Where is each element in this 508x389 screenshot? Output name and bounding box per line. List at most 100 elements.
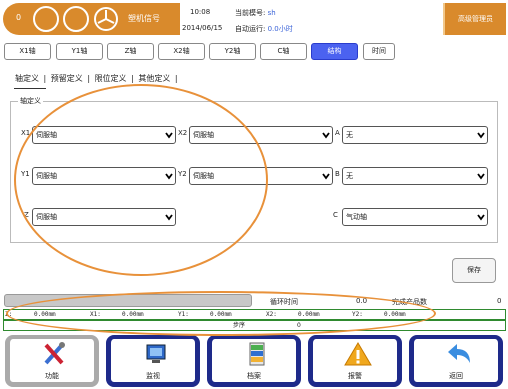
chevron-down-icon	[165, 132, 173, 139]
monitor-icon	[146, 344, 166, 363]
warning-icon	[344, 342, 372, 366]
cycle-time-value: 0.0	[356, 297, 368, 305]
nav-monitor-button[interactable]: 监视	[106, 335, 200, 387]
a-axis-value: 无	[346, 131, 353, 139]
x1-coord-label: X1:	[90, 311, 101, 318]
y2-axis-select[interactable]: 伺服轴	[189, 167, 333, 185]
tab-structure[interactable]: 结构	[311, 43, 358, 60]
indicator-ring-icon	[63, 6, 89, 32]
z-coord-value: 0.00mm	[34, 311, 56, 318]
signal-label: 塑机信号	[128, 14, 160, 23]
nav-archive-button[interactable]: 档案	[207, 335, 301, 387]
chevron-down-icon	[477, 132, 485, 139]
tab-y1-axis[interactable]: Y1轴	[56, 43, 103, 60]
x2-axis-label: X2	[178, 129, 188, 137]
z-axis-label: Z	[24, 211, 29, 219]
x1-coord-value: 0.00mm	[122, 311, 144, 318]
z-axis-select[interactable]: 伺服轴	[32, 208, 176, 226]
tab-c-axis[interactable]: C轴	[260, 43, 307, 60]
x2-axis-select[interactable]: 伺服轴	[189, 126, 333, 144]
clock-date: 2014/06/15	[182, 24, 223, 32]
mold-number: 当前模号: sh	[235, 8, 276, 18]
mold-value: sh	[267, 9, 276, 17]
chevron-down-icon	[165, 214, 173, 221]
chevron-down-icon	[477, 214, 485, 221]
cycle-progress-bar	[4, 294, 252, 307]
clock-time: 10:08	[190, 8, 211, 16]
tab-time[interactable]: 时间	[363, 43, 395, 60]
subtab-axis-definition[interactable]: 轴定义	[15, 74, 39, 83]
tab-x1-axis[interactable]: X1轴	[4, 43, 51, 60]
y1-coord-value: 0.00mm	[210, 311, 232, 318]
tab-x2-axis[interactable]: X2轴	[158, 43, 205, 60]
y1-coord-label: Y1:	[178, 311, 189, 318]
b-axis-select[interactable]: 无	[342, 167, 488, 185]
chevron-down-icon	[477, 173, 485, 180]
nav-back-label: 返回	[449, 372, 463, 380]
subtab-reserved-definition[interactable]: 预留定义	[51, 74, 83, 83]
nav-back-button[interactable]: 返回	[409, 335, 503, 387]
a-axis-label: A	[335, 129, 340, 137]
c-axis-label: C	[333, 211, 338, 219]
mold-label: 当前模号:	[235, 9, 266, 17]
x2-coord-label: X2:	[266, 311, 277, 318]
z-axis-value: 伺服轴	[36, 213, 57, 221]
group-title: 轴定义	[18, 96, 43, 106]
divider: |	[41, 74, 49, 83]
x2-axis-value: 伺服轴	[193, 131, 214, 139]
nav-monitor-label: 监视	[146, 372, 160, 380]
finished-product-value: 0	[497, 297, 502, 305]
divider: |	[84, 74, 93, 83]
auto-label: 自动运行:	[235, 25, 266, 33]
nav-alarm-label: 报警	[348, 372, 362, 380]
chevron-down-icon	[322, 173, 330, 180]
subtab-limit-definition[interactable]: 限位定义	[95, 74, 127, 83]
c-axis-value: 气动轴	[346, 213, 367, 221]
y1-axis-label: Y1	[21, 170, 30, 178]
step-readout: 步序 0	[3, 320, 506, 331]
divider: |	[128, 74, 137, 83]
subtab-bar: 轴定义 | 预留定义 | 限位定义 | 其他定义 |	[15, 73, 180, 84]
file-cabinet-icon	[249, 342, 265, 366]
counter-value: 0	[16, 13, 22, 22]
y2-coord-label: Y2:	[352, 311, 363, 318]
x2-coord-value: 0.00mm	[298, 311, 320, 318]
nav-archive-label: 档案	[247, 372, 261, 380]
b-axis-value: 无	[346, 172, 353, 180]
a-axis-select[interactable]: 无	[342, 126, 488, 144]
back-arrow-icon	[448, 344, 470, 363]
nav-function-label: 功能	[45, 372, 59, 380]
tab-z-axis[interactable]: Z轴	[107, 43, 154, 60]
auto-run-time: 自动运行: 0.0小时	[235, 24, 293, 34]
finished-product-label: 完成产品数	[392, 298, 427, 306]
y2-axis-label: Y2	[178, 170, 187, 178]
nav-alarm-button[interactable]: 报警	[308, 335, 402, 387]
tab-y2-axis[interactable]: Y2轴	[209, 43, 256, 60]
y1-axis-value: 伺服轴	[36, 172, 57, 180]
step-label: 步序	[233, 322, 246, 329]
subtab-other-definition[interactable]: 其他定义	[138, 74, 170, 83]
active-subtab-underline	[14, 88, 46, 89]
cycle-time-label: 循环时间	[270, 298, 298, 306]
admin-user-button[interactable]: 高级管理员	[443, 3, 506, 35]
chevron-down-icon	[165, 173, 173, 180]
chevron-down-icon	[322, 132, 330, 139]
tools-icon	[44, 342, 65, 365]
machine-signal-panel: 0 塑机信号	[3, 3, 180, 35]
x1-axis-select[interactable]: 伺服轴	[32, 126, 176, 144]
fan-icon	[93, 6, 119, 32]
y2-axis-value: 伺服轴	[193, 172, 214, 180]
y1-axis-select[interactable]: 伺服轴	[32, 167, 176, 185]
divider: |	[172, 74, 178, 83]
z-coord-label: Z:	[5, 311, 13, 318]
header-bar: 0 塑机信号 10:08 2014/06/15 当前模号: sh 自动运行: 0…	[0, 0, 508, 38]
c-axis-select[interactable]: 气动轴	[342, 208, 488, 226]
step-value: 0	[297, 322, 301, 329]
y2-coord-value: 0.00mm	[384, 311, 406, 318]
indicator-ring-icon	[33, 6, 59, 32]
axis-position-readout: Z: 0.00mm X1: 0.00mm Y1: 0.00mm X2: 0.00…	[3, 309, 506, 320]
b-axis-label: B	[335, 170, 340, 178]
save-button[interactable]: 保存	[452, 258, 496, 283]
nav-function-button[interactable]: 功能	[5, 335, 99, 387]
auto-value: 0.0小时	[267, 25, 293, 33]
